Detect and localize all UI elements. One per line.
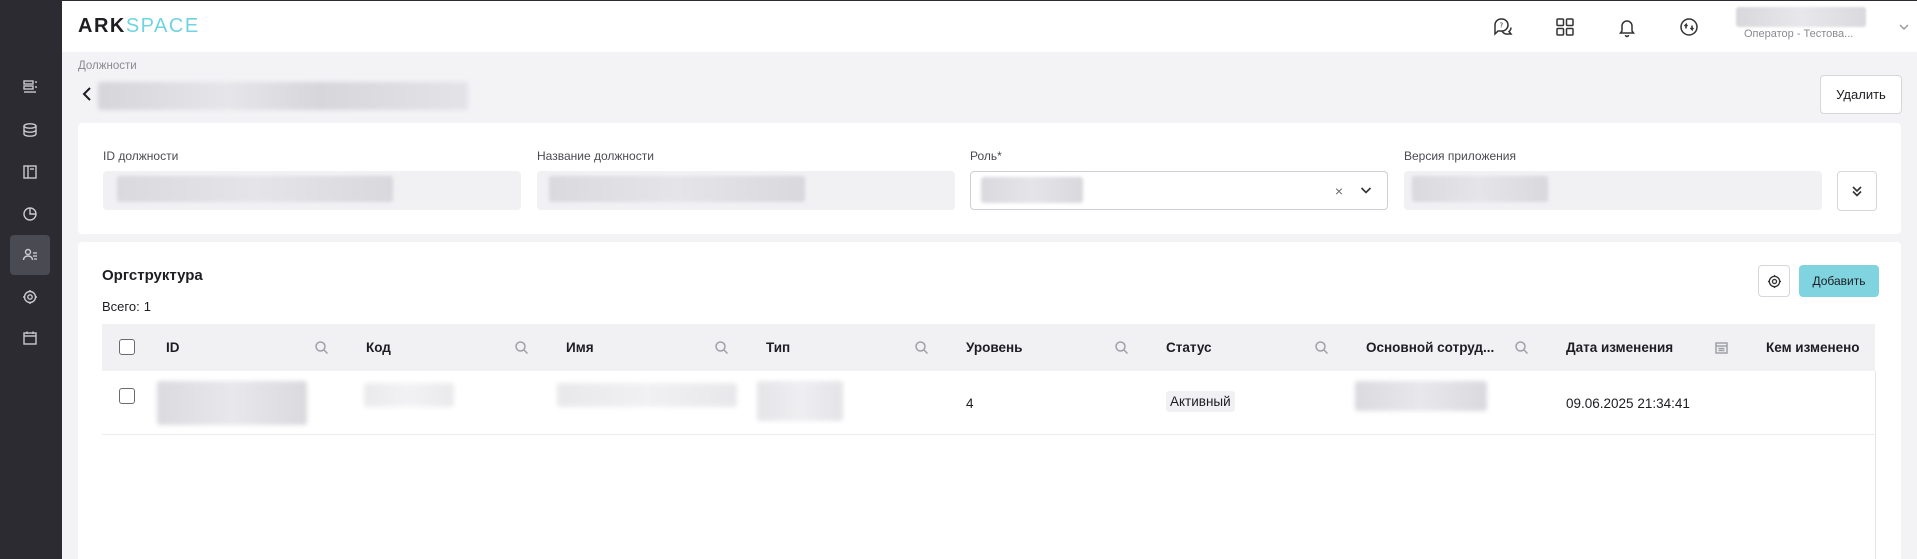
column-header-id[interactable]: ID [166,324,180,371]
page-title-redacted [98,82,468,110]
row-name-redacted [557,383,737,407]
gear-icon [1767,274,1781,288]
sync-button[interactable] [1676,14,1702,40]
select-all-checkbox[interactable] [119,339,135,355]
id-value-redacted [117,176,393,202]
column-header-modified-by[interactable]: Кем изменено [1766,324,1860,371]
row-id-redacted [157,381,307,425]
delete-button[interactable]: Удалить [1820,75,1902,114]
apps-grid-icon [1556,18,1574,36]
breadcrumb[interactable]: Должности [78,60,137,72]
logo-ark-text: ARK [78,15,126,37]
settings-icon [23,290,37,304]
nav-item-calendar[interactable] [10,318,50,358]
search-icon[interactable] [714,340,729,355]
version-value-redacted [1412,176,1548,202]
calendar-icon [23,331,37,345]
nav-item-database[interactable] [10,110,50,150]
id-field[interactable] [103,171,521,210]
column-header-code[interactable]: Код [366,324,391,371]
row-level: 4 [966,395,974,411]
support-chat-button[interactable]: ? [1490,14,1516,40]
search-icon[interactable] [314,340,329,355]
search-icon[interactable] [1114,340,1129,355]
users-icon [22,248,37,261]
search-icon[interactable] [914,340,929,355]
arkspace-logo[interactable]: ARKSPACE [78,15,200,38]
apps-grid-button[interactable] [1552,14,1578,40]
list-icon [23,80,37,93]
chevron-left-icon [82,87,91,101]
nav-item-list[interactable] [10,67,50,107]
notifications-button[interactable] [1614,14,1640,40]
back-button[interactable] [80,85,94,103]
user-menu-toggle[interactable] [1898,21,1910,33]
role-field-label: Роль* [970,149,1002,163]
column-header-status[interactable]: Статус [1166,324,1212,371]
top-header: ARKSPACE ? Оператор - Тестова... [62,0,1917,52]
user-role-text: Оператор - Тестова... [1744,28,1854,40]
left-nav-rail [0,0,62,559]
row-type-redacted [757,381,843,421]
search-icon[interactable] [1514,340,1529,355]
support-chat-icon: ? [1494,18,1513,36]
column-header-name[interactable]: Имя [566,324,594,371]
role-dropdown-toggle[interactable] [1359,183,1373,197]
name-field[interactable] [537,171,955,210]
total-label: Всего: [102,299,140,314]
row-main-employee-redacted [1355,381,1487,411]
user-name-redacted[interactable] [1736,7,1866,27]
book-icon [23,165,37,179]
role-value-redacted [981,177,1083,203]
database-icon [23,123,37,137]
bell-icon [1619,20,1635,38]
expand-form-button[interactable] [1837,171,1877,211]
status-badge: Активный [1166,391,1235,412]
clear-icon[interactable]: × [1335,183,1343,199]
sync-icon [1680,18,1698,36]
chevron-down-icon [1360,187,1372,194]
row-code-redacted [364,383,454,407]
chevron-down-icon [1899,24,1909,31]
total-value: 1 [143,299,151,314]
double-chevron-down-icon [1852,186,1862,197]
position-form-card: ID должности Название должности Роль* × … [78,123,1901,234]
logo-space-text: SPACE [125,15,200,37]
table-right-border [1875,371,1876,559]
svg-text:?: ? [1500,22,1504,30]
search-icon[interactable] [514,340,529,355]
add-button[interactable]: Добавить [1799,265,1879,297]
section-title: Оргструктура [102,267,203,284]
chart-icon [23,207,37,221]
row-checkbox[interactable] [119,388,135,404]
nav-item-chart[interactable] [10,194,50,234]
table-row[interactable]: 4 Активный 09.06.2025 21:34:41 [102,371,1875,435]
nav-item-users[interactable] [10,235,50,275]
column-header-level[interactable]: Уровень [966,324,1022,371]
column-header-type[interactable]: Тип [766,324,790,371]
column-header-main-employee[interactable]: Основной сотруд... [1366,324,1494,371]
nav-item-settings[interactable] [10,277,50,317]
table-header: ID Код Имя Тип Уровень Статус Основной с… [102,324,1875,371]
name-value-redacted [549,176,805,202]
role-select[interactable]: × [970,171,1388,210]
total-count: Всего: 1 [102,299,151,314]
version-field-label: Версия приложения [1404,149,1516,163]
column-header-modified-date[interactable]: Дата изменения [1566,324,1673,371]
id-field-label: ID должности [103,149,179,163]
row-modified-date: 09.06.2025 21:34:41 [1566,395,1690,411]
name-field-label: Название должности [537,149,654,163]
calendar-filter-icon[interactable] [1714,340,1729,355]
table-settings-button[interactable] [1758,265,1790,297]
nav-item-book[interactable] [10,152,50,192]
search-icon[interactable] [1314,340,1329,355]
orgstructure-card: Оргструктура Всего: 1 Добавить ID Код Имя… [78,242,1901,559]
version-field[interactable] [1404,171,1822,210]
